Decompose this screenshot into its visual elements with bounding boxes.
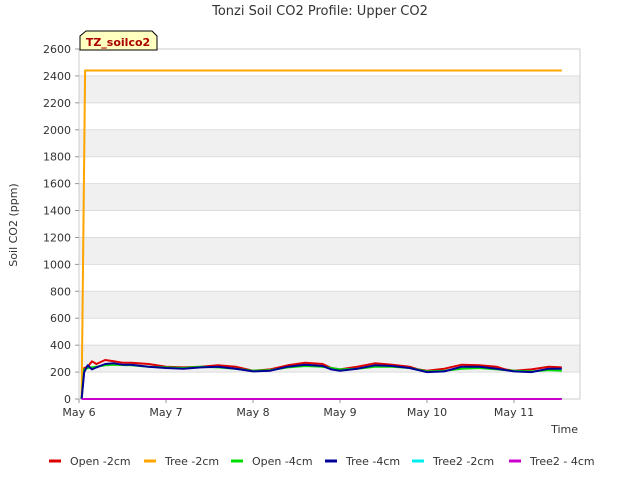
background-band xyxy=(79,75,580,103)
background-band xyxy=(79,183,580,211)
background-band xyxy=(79,237,580,265)
y-tick-label: 1800 xyxy=(43,151,71,164)
y-tick-label: 200 xyxy=(50,366,71,379)
x-tick-label: May 9 xyxy=(323,406,356,419)
background-band xyxy=(79,156,580,184)
legend-label: Open -2cm xyxy=(70,455,131,468)
annotation-text: TZ_soilco2 xyxy=(86,36,150,49)
chart: Tonzi Soil CO2 Profile: Upper CO2 0 200 40… xyxy=(7,4,595,468)
background-band xyxy=(79,102,580,130)
y-axis-ticks: 0 200 400 600 800 1000 1200 1400 1600 1800 2000 220… xyxy=(43,43,79,406)
background-band xyxy=(79,210,580,238)
y-tick-label: 2200 xyxy=(43,97,71,110)
y-tick-label: 800 xyxy=(50,285,71,298)
y-tick-label: 2000 xyxy=(43,124,71,137)
legend: Open -2cm Tree -2cm Open -4cm Tree -4cm Tree… xyxy=(49,455,595,468)
background-band xyxy=(79,129,580,157)
background-band xyxy=(79,318,580,346)
legend-label: Tree2 - 4cm xyxy=(529,455,595,468)
background-band xyxy=(79,291,580,319)
y-tick-label: 1200 xyxy=(43,231,71,244)
x-axis-label: Time xyxy=(550,423,578,436)
background-band xyxy=(79,372,580,399)
x-axis-ticks: May 6 May 7 May 8 May 9 May 10 May 11 xyxy=(62,399,534,419)
y-tick-label: 1000 xyxy=(43,258,71,271)
x-tick-label: May 11 xyxy=(494,406,534,419)
legend-label: Open -4cm xyxy=(252,455,313,468)
y-tick-label: 0 xyxy=(64,393,71,406)
annotation-box: TZ_soilco2 xyxy=(79,30,158,51)
x-tick-label: May 6 xyxy=(62,406,95,419)
background-band xyxy=(79,264,580,292)
legend-label: Tree -2cm xyxy=(164,455,219,468)
legend-label: Tree2 -2cm xyxy=(432,455,494,468)
background-band xyxy=(79,49,580,76)
x-tick-label: May 8 xyxy=(236,406,269,419)
chart-title: Tonzi Soil CO2 Profile: Upper CO2 xyxy=(211,4,428,19)
y-tick-label: 1600 xyxy=(43,178,71,191)
legend-label: Tree -4cm xyxy=(345,455,400,468)
y-tick-label: 2400 xyxy=(43,70,71,83)
background-bands xyxy=(79,49,580,399)
y-tick-label: 2600 xyxy=(43,43,71,56)
y-axis-label: Soil CO2 (ppm) xyxy=(7,183,20,266)
x-tick-label: May 7 xyxy=(149,406,182,419)
y-tick-label: 1400 xyxy=(43,205,71,218)
y-tick-label: 400 xyxy=(50,339,71,352)
y-tick-label: 600 xyxy=(50,312,71,325)
x-tick-label: May 10 xyxy=(407,406,447,419)
